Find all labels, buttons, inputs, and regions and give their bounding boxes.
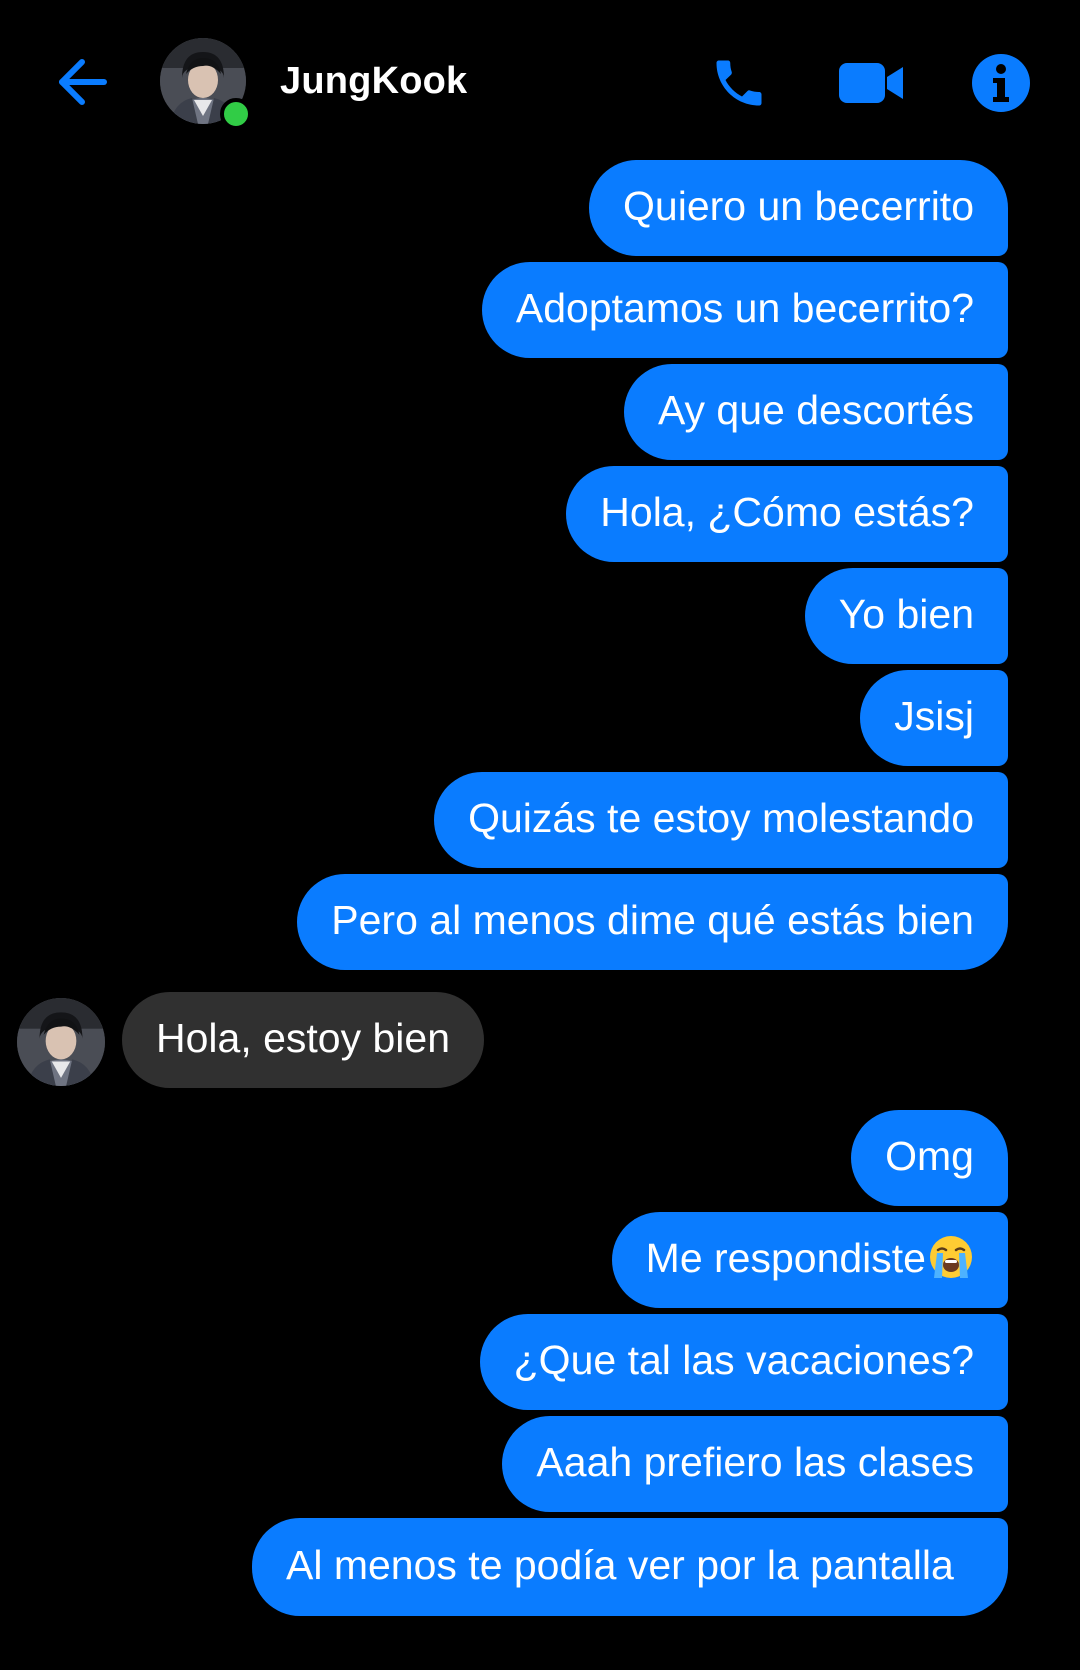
message-text: Quiero un becerrito — [623, 183, 974, 229]
outgoing-message[interactable]: Quizás te estoy molestando — [434, 772, 1008, 868]
message-text: Me respondiste — [645, 1235, 926, 1281]
outgoing-message[interactable]: ¿Que tal las vacaciones? — [479, 1314, 1008, 1410]
outgoing-message[interactable]: Aaah prefiero las clases — [502, 1416, 1008, 1512]
outgoing-message[interactable]: Hola, ¿Cómo estás? — [566, 466, 1008, 562]
message-text: Adoptamos un becerrito? — [515, 285, 974, 331]
message-text: Pero al menos dime qué estás bien — [331, 897, 974, 943]
outgoing-message[interactable]: Me respondiste — [611, 1212, 1008, 1308]
message-text: Al menos te podía ver por la pantalla — [286, 1542, 954, 1588]
loudly-crying-face-emoji — [928, 1234, 974, 1280]
outgoing-message[interactable]: Adoptamos un becerrito? — [481, 262, 1008, 358]
outgoing-message[interactable]: Pero al menos dime qué estás bien — [297, 874, 1008, 970]
message-text: Hola, ¿Cómo estás? — [600, 489, 974, 535]
sender-avatar[interactable] — [17, 998, 105, 1086]
incoming-message[interactable]: Hola, estoy bien — [122, 992, 485, 1088]
outgoing-message[interactable]: Yo bien — [804, 568, 1008, 664]
outgoing-message[interactable]: Al menos te podía ver por la pantalla — [252, 1518, 1008, 1616]
outgoing-message[interactable]: Ay que descortés — [623, 364, 1008, 460]
message-text: Ay que descortés — [657, 387, 974, 433]
outgoing-message[interactable]: Omg — [851, 1110, 1008, 1206]
outgoing-message[interactable]: Jsisj — [860, 670, 1008, 766]
message-text: Yo bien — [838, 591, 974, 637]
message-text: Aaah prefiero las clases — [536, 1439, 974, 1485]
outgoing-message[interactable]: Quiero un becerrito — [589, 160, 1008, 256]
message-text: Jsisj — [894, 693, 974, 739]
message-text: Hola, estoy bien — [156, 1015, 451, 1061]
message-thread: Quiero un becerrito Adoptamos un becerri… — [0, 0, 1080, 1670]
message-text: Omg — [885, 1133, 974, 1179]
message-text: ¿Que tal las vacaciones? — [513, 1337, 974, 1383]
message-text: Quizás te estoy molestando — [468, 795, 974, 841]
